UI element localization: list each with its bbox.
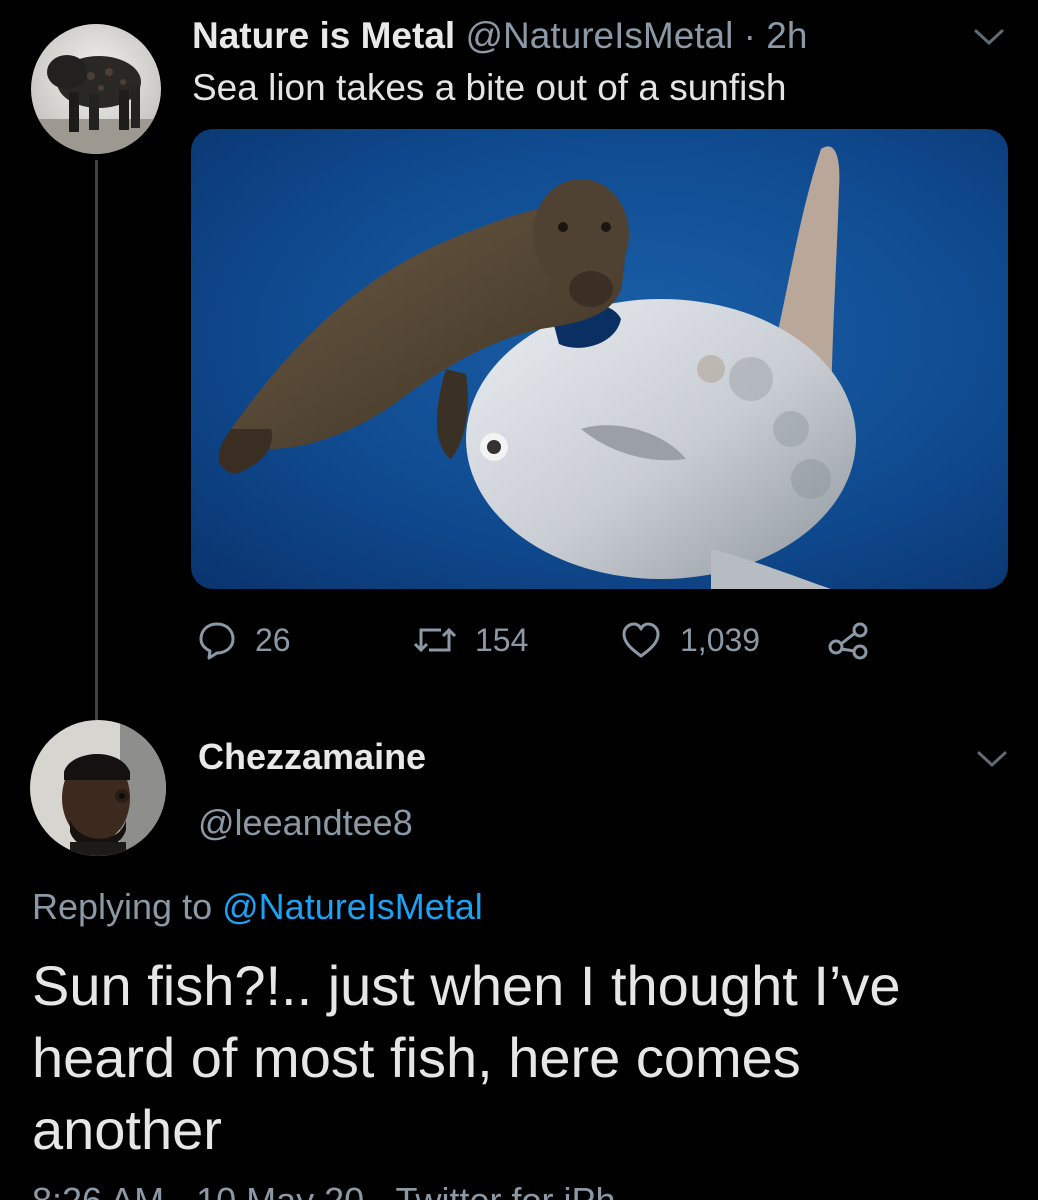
chevron-down-icon — [974, 29, 1004, 45]
replying-to-line: Replying to @NatureIsMetal — [32, 886, 483, 928]
share-button[interactable] — [826, 615, 888, 665]
original-display-name[interactable]: Nature is Metal — [192, 15, 455, 56]
original-tweet-menu-button[interactable] — [972, 26, 1006, 48]
header-separator: · — [743, 15, 756, 56]
original-tweet-action-bar: 26 154 1,039 — [0, 615, 1038, 665]
retweet-button[interactable]: 154 — [413, 615, 528, 665]
chevron-down-icon — [977, 751, 1007, 767]
like-count: 1,039 — [680, 621, 761, 658]
nature-is-metal-avatar[interactable] — [31, 24, 161, 154]
replying-to-handle-link[interactable]: @NatureIsMetal — [222, 886, 483, 927]
man-profile-avatar-icon — [30, 720, 166, 856]
original-timestamp[interactable]: 2h — [766, 15, 807, 56]
sea-lion-sunfish-photo-icon — [191, 129, 1008, 589]
chezzamaine-avatar[interactable] — [30, 720, 166, 856]
black-jaguar-avatar-icon — [31, 24, 161, 154]
reply-button[interactable]: 26 — [197, 615, 291, 665]
reply-handle[interactable]: @leeandtee8 — [198, 802, 413, 844]
original-tweet-text: Sea lion takes a bite out of a sunfish — [192, 67, 787, 108]
reply-bubble-icon — [199, 622, 235, 660]
original-tweet-header: Nature is Metal @NatureIsMetal · 2h — [192, 14, 807, 58]
original-handle[interactable]: @NatureIsMetal — [465, 15, 733, 56]
retweet-count: 154 — [475, 621, 529, 658]
share-nodes-icon — [828, 622, 868, 660]
reply-tweet-meta: 8:26 AM · 10 May 20 · Twitter for iPh — [32, 1180, 616, 1200]
reply-count: 26 — [255, 621, 291, 658]
tweet-thread-screen: Nature is Metal @NatureIsMetal · 2h Sea … — [0, 0, 1038, 1200]
reply-tweet-menu-button[interactable] — [975, 748, 1009, 770]
replying-to-prefix: Replying to — [32, 886, 213, 927]
reply-tweet-text: Sun fish?!.. just when I thought I’ve he… — [32, 954, 901, 1161]
tweet-media-photo[interactable] — [191, 129, 1008, 589]
reply-display-name[interactable]: Chezzamaine — [198, 736, 426, 778]
retweet-arrows-icon — [413, 627, 457, 653]
like-button[interactable]: 1,039 — [620, 615, 760, 665]
heart-icon — [622, 622, 660, 658]
